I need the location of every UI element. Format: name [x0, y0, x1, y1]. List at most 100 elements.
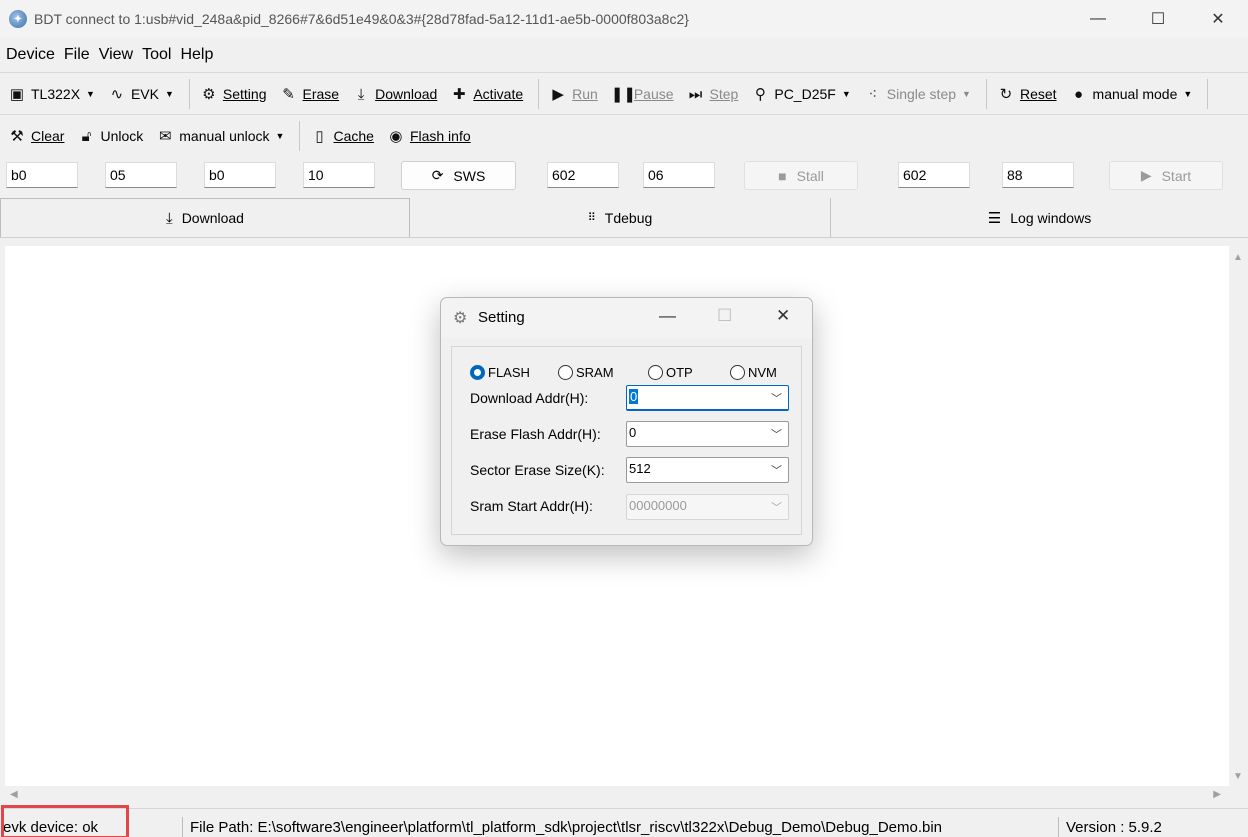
binary-icon: ⠿ — [587, 212, 596, 224]
register-input-7[interactable]: 602 — [898, 162, 970, 188]
toolbar-divider — [0, 72, 1248, 73]
cache-button[interactable]: ▯ Cache — [306, 120, 377, 152]
vertical-scrollbar[interactable]: ▲ ▼ — [1229, 246, 1248, 786]
broom-icon: ⚒ — [10, 128, 24, 145]
app-icon: ✦ — [9, 10, 27, 28]
scroll-up-icon[interactable]: ▲ — [1233, 252, 1243, 263]
radio-nvm[interactable]: NVM — [730, 365, 777, 380]
dialog-title-bar: ⚙ Setting — ☐ ✕ — [441, 298, 812, 338]
window-title: BDT connect to 1:usb#vid_248a&pid_8266#7… — [34, 11, 689, 27]
list-icon: ☰ — [987, 209, 1002, 227]
plus-icon: ✚ — [453, 86, 466, 103]
close-button[interactable]: ✕ — [1188, 0, 1248, 38]
start-button[interactable]: ▶ Start — [1109, 161, 1223, 190]
maximize-button[interactable]: ☐ — [1128, 0, 1188, 38]
dialog-maximize-button: ☐ — [717, 306, 733, 325]
radio-unchecked-icon — [648, 365, 663, 380]
menu-device[interactable]: Device — [6, 46, 55, 64]
radio-sram[interactable]: SRAM — [558, 365, 614, 380]
secondary-toolbar: ⚒ Clear 🔓︎ Unlock ✉ manual unlock ▼ ▯ Cac… — [0, 116, 1248, 156]
tab-log-windows[interactable]: ☰ Log windows — [831, 198, 1248, 237]
register-input-4[interactable]: 10 — [303, 162, 375, 188]
erase-addr-combo[interactable]: 0 ﹀ — [626, 421, 789, 447]
title-bar: ✦ BDT connect to 1:usb#vid_248a&pid_8266… — [0, 0, 1248, 38]
sram-addr-combo: 00000000 ﹀ — [626, 494, 789, 520]
tab-download[interactable]: ⤓ Download — [0, 198, 410, 237]
register-input-3[interactable]: b0 — [204, 162, 276, 188]
menu-file[interactable]: File — [64, 46, 90, 64]
single-step-button[interactable]: ⁖ Single step ▼ — [860, 78, 975, 110]
download-addr-combo[interactable]: 0 ﹀ — [626, 385, 789, 411]
activate-button[interactable]: ✚ Activate — [446, 78, 527, 110]
chevron-down-icon[interactable]: ﹀ — [771, 462, 782, 478]
dialog-body: FLASH SRAM OTP NVM Download Addr(H): 0 ﹀… — [451, 346, 802, 535]
unlock-button[interactable]: 🔓︎ Unlock — [73, 120, 147, 152]
chevron-down-icon: ▼ — [1183, 89, 1193, 99]
setting-button[interactable]: ⚙ Setting — [196, 78, 271, 110]
radio-flash[interactable]: FLASH — [470, 365, 530, 380]
download-addr-label: Download Addr(H): — [470, 390, 589, 406]
radio-unchecked-icon — [730, 365, 745, 380]
search-icon: ⚲ — [754, 86, 766, 103]
stall-button[interactable]: ■ Stall — [744, 161, 858, 190]
tab-tdebug[interactable]: ⠿ Tdebug — [410, 198, 831, 237]
setting-dialog: ⚙ Setting — ☐ ✕ FLASH SRAM OTP NVM Downl… — [440, 297, 813, 546]
run-button[interactable]: ▶ Run — [545, 78, 602, 110]
register-input-2[interactable]: 05 — [105, 162, 177, 188]
scroll-left-icon[interactable]: ◀ — [10, 789, 18, 800]
pause-icon: ❚❚ — [610, 86, 636, 103]
clear-button[interactable]: ⚒ Clear — [4, 120, 68, 152]
step-button[interactable]: ⏭ Step — [683, 78, 743, 110]
scroll-right-icon[interactable]: ▶ — [1213, 789, 1221, 800]
toolbar-separator — [188, 79, 190, 109]
download-icon: ⤓ — [357, 85, 365, 103]
toolbar-separator — [299, 121, 301, 151]
radio-otp[interactable]: OTP — [648, 365, 693, 380]
register-input-6[interactable]: 06 — [643, 162, 715, 188]
evk-select-button[interactable]: ∿ EVK ▼ — [104, 78, 178, 110]
chip-select-button[interactable]: ▣ TL322X ▼ — [4, 78, 99, 110]
chip-icon: ▣ — [9, 86, 25, 103]
toolbar-divider — [0, 114, 1248, 115]
sector-size-combo[interactable]: 512 ﹀ — [626, 457, 789, 483]
download-button[interactable]: ⤓ Download — [348, 78, 441, 110]
horizontal-scrollbar[interactable]: ◀ ▶ — [0, 786, 1229, 806]
lock-icon: 🔓︎ — [81, 127, 92, 145]
chevron-down-icon: ﹀ — [771, 502, 782, 514]
menu-help[interactable]: Help — [180, 46, 213, 64]
register-input-1[interactable]: b0 — [6, 162, 78, 188]
setting-dialog-icon: ⚙ — [453, 310, 468, 327]
menu-view[interactable]: View — [99, 46, 133, 64]
sws-button[interactable]: ⟳ SWS — [401, 161, 516, 190]
chevron-down-icon: ▼ — [841, 89, 851, 99]
sync-icon: ⟳ — [431, 167, 444, 183]
flash-info-button[interactable]: ◉ Flash info — [383, 120, 475, 152]
sector-size-label: Sector Erase Size(K): — [470, 462, 605, 478]
dialog-title: Setting — [478, 309, 525, 326]
chevron-down-icon: ▼ — [86, 89, 95, 99]
register-input-8[interactable]: 88 — [1002, 162, 1074, 188]
erase-button[interactable]: ✎ Erase — [276, 78, 344, 110]
register-input-5[interactable]: 602 — [547, 162, 619, 188]
chevron-down-icon[interactable]: ﹀ — [771, 426, 782, 442]
reset-button[interactable]: ↻ Reset — [993, 78, 1061, 110]
scroll-down-icon[interactable]: ▼ — [1233, 771, 1243, 782]
manual-unlock-button[interactable]: ✉ manual unlock ▼ — [152, 120, 288, 152]
register-row: b0 05 b0 10 ⟳ SWS 602 06 ■ Stall 602 88 ▶ S… — [0, 160, 1248, 192]
chevron-down-icon: ▼ — [164, 89, 174, 99]
pc-select-button[interactable]: ⚲ PC_D25F ▼ — [747, 78, 854, 110]
status-bar: evk device: ok File Path: E:\software3\e… — [0, 808, 1248, 837]
menu-tool[interactable]: Tool — [142, 46, 171, 64]
pause-button[interactable]: ❚❚ Pause — [607, 78, 678, 110]
dialog-close-button[interactable]: ✕ — [776, 306, 790, 326]
chevron-down-icon[interactable]: ﹀ — [771, 390, 782, 406]
mode-select-button[interactable]: ● manual mode ▼ — [1066, 78, 1197, 110]
status-divider — [182, 817, 183, 837]
eye-icon: ◉ — [389, 128, 403, 145]
dialog-minimize-button[interactable]: — — [659, 306, 676, 326]
play-icon: ▶ — [1140, 167, 1152, 183]
minimize-button[interactable]: — — [1068, 0, 1128, 38]
toolbar-separator — [985, 79, 987, 109]
main-toolbar: ▣ TL322X ▼ ∿ EVK ▼ ⚙ Setting ✎ Erase ⤓ Dow… — [0, 74, 1248, 114]
footsteps-icon: ⁖ — [868, 86, 878, 103]
